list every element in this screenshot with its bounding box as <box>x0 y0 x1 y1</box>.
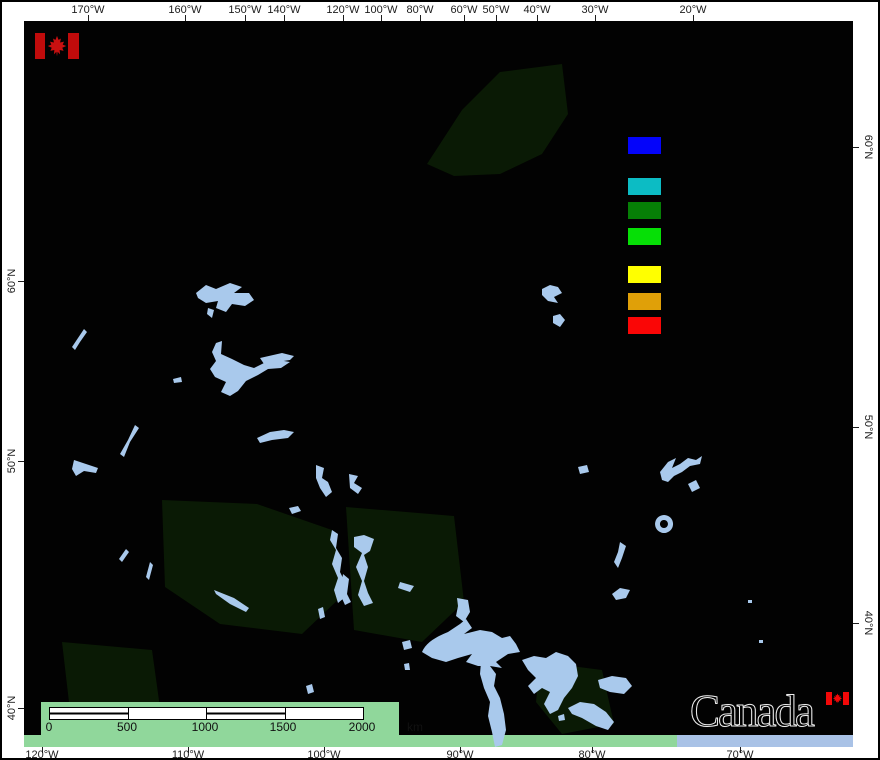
scale-segment <box>129 708 208 719</box>
wordmark-flag-icon <box>826 692 849 705</box>
axis-tick-label: 40°N <box>6 694 18 722</box>
axis-tick-mark <box>18 708 24 709</box>
axis-tick-mark <box>537 15 538 21</box>
axis-tick-mark <box>420 15 421 21</box>
axis-tick-label: 40°N <box>862 609 874 637</box>
legend-swatch <box>628 228 661 245</box>
axis-tick-label: 60°N <box>862 133 874 161</box>
axis-tick-label: 60°N <box>6 267 18 295</box>
scale-distance-label: 1000 <box>192 720 219 734</box>
scale-segment <box>286 708 364 719</box>
axis-tick-mark <box>592 747 593 753</box>
axis-tick-mark <box>284 15 285 21</box>
axis-tick-mark <box>188 747 189 753</box>
map-document: 0500100015002000 km Canada 170°W160°W150… <box>0 0 880 760</box>
map-image <box>2 2 880 760</box>
scale-segment <box>207 708 286 719</box>
ocean-strip <box>677 735 853 747</box>
axis-tick-mark <box>853 623 859 624</box>
axis-tick-label: 50°N <box>862 413 874 441</box>
axis-tick-mark <box>18 281 24 282</box>
axis-tick-mark <box>853 427 859 428</box>
axis-tick-mark <box>381 15 382 21</box>
axis-tick-mark <box>185 15 186 21</box>
legend-swatch <box>628 202 661 219</box>
axis-tick-mark <box>853 147 859 148</box>
legend-swatch <box>628 266 661 283</box>
canada-wordmark: Canada <box>690 688 860 736</box>
us-land-strip <box>24 735 677 747</box>
axis-tick-mark <box>740 747 741 753</box>
axis-tick-label: 50°N <box>6 447 18 475</box>
scale-bar-track <box>49 707 364 720</box>
axis-tick-mark <box>460 747 461 753</box>
legend-swatch <box>628 178 661 195</box>
scale-distance-label: 0 <box>46 720 53 734</box>
maple-leaf-icon <box>832 693 843 704</box>
scale-distance-label: 2000 <box>349 720 376 734</box>
canada-flag-icon <box>35 33 79 59</box>
legend-swatch <box>628 137 661 154</box>
axis-tick-mark <box>464 15 465 21</box>
scale-unit-label: km <box>407 720 423 734</box>
axis-tick-mark <box>496 15 497 21</box>
legend-swatch <box>628 293 661 310</box>
flag-left-bar <box>35 33 45 59</box>
scale-bar: 0500100015002000 km <box>41 702 399 735</box>
axis-tick-mark <box>18 461 24 462</box>
axis-tick-mark <box>88 15 89 21</box>
axis-tick-mark <box>42 747 43 753</box>
scale-segment <box>50 708 129 719</box>
scale-distance-label: 1500 <box>270 720 297 734</box>
wordmark-text: Canada <box>690 686 813 736</box>
axis-tick-mark <box>693 15 694 21</box>
axis-tick-mark <box>595 15 596 21</box>
axis-tick-mark <box>245 15 246 21</box>
axis-tick-mark <box>343 15 344 21</box>
axis-tick-mark <box>324 747 325 753</box>
flag-right-bar <box>68 33 79 59</box>
maple-leaf-icon <box>46 35 68 57</box>
legend-swatch <box>628 317 661 334</box>
scale-distance-label: 500 <box>117 720 137 734</box>
